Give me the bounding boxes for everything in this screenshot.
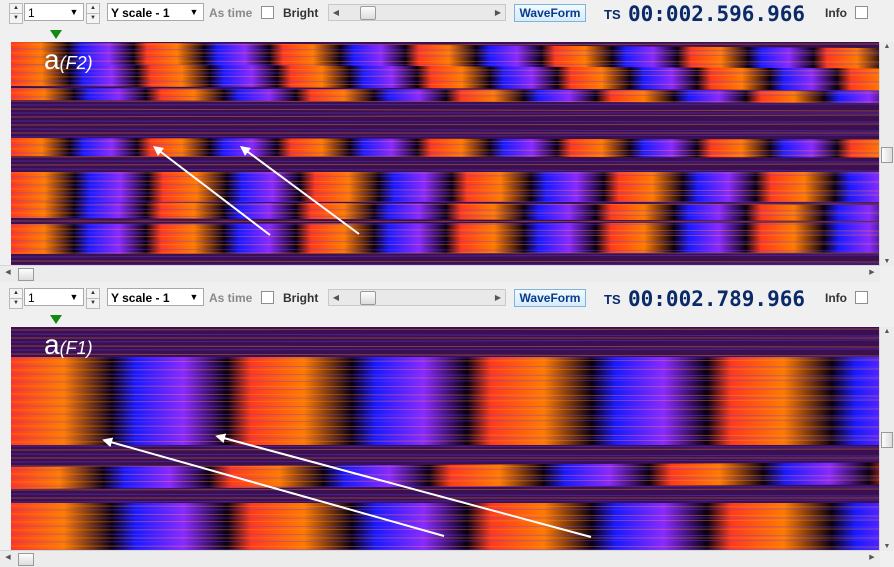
arrow-left-icon[interactable]: ◀ [329,5,343,20]
frame-name: (F2) [59,53,93,73]
arrow-up-icon[interactable]: ▲ [881,43,893,50]
info-label: Info [825,291,847,305]
arrow-right-icon[interactable]: ▶ [491,290,505,305]
panel-top: ▲ ▼ 1 ▼ ▲ ▼ Y scale - 1 ▼ As time Bright… [0,0,894,283]
channel-value: 1 [28,6,35,20]
scroll-thumb[interactable] [881,432,893,448]
slider-thumb[interactable] [360,6,376,20]
frame-label: a(F1) [44,329,93,361]
as-time-label: As time [209,6,253,20]
spin-down-icon[interactable]: ▼ [9,298,23,309]
bright-checkbox[interactable] [261,6,274,19]
chevron-down-icon[interactable]: ▼ [67,290,81,304]
chevron-down-icon[interactable]: ▼ [187,290,201,304]
arrow-down-icon[interactable]: ▼ [881,543,893,550]
vertical-scrollbar[interactable]: ▲ ▼ [879,327,894,551]
heatmap [11,327,880,551]
spin-down-icon[interactable]: ▼ [86,13,100,24]
arrow-right-icon[interactable]: ▶ [491,5,505,20]
arrow-right-icon[interactable]: ▶ [866,553,878,561]
channel-spinner[interactable]: ▲ ▼ [9,288,23,309]
spin-down-icon[interactable]: ▼ [9,13,23,24]
position-slider[interactable]: ◀ ▶ [328,4,506,21]
info-checkbox[interactable] [855,6,868,19]
timestamp-display: 00:002.596.966 [628,2,806,26]
bright-label: Bright [283,6,319,20]
waveform-button[interactable]: WaveForm [514,289,586,307]
ts-label: TS [604,292,621,307]
spectrogram-view[interactable]: a(F2) [11,42,880,266]
channel-spinner[interactable]: ▲ ▼ [9,3,23,24]
arrow-down-icon[interactable]: ▼ [881,258,893,265]
scroll-thumb[interactable] [881,147,893,163]
panel-bottom: ▲ ▼ 1 ▼ ▲ ▼ Y scale - 1 ▼ As time Bright… [0,285,894,567]
frame-name: (F1) [59,338,93,358]
frame-letter: a [44,44,60,75]
arrow-up-icon[interactable]: ▲ [881,328,893,335]
yscale-select[interactable]: Y scale - 1 ▼ [107,288,204,306]
waveform-button[interactable]: WaveForm [514,4,586,22]
horizontal-scrollbar[interactable]: ◀ ▶ [0,550,880,567]
arrow-left-icon[interactable]: ◀ [2,553,14,561]
spin-down-icon[interactable]: ▼ [86,298,100,309]
frame-letter: a [44,329,60,360]
toolbar: ▲ ▼ 1 ▼ ▲ ▼ Y scale - 1 ▼ As time Bright… [0,0,894,28]
frame-label: a(F2) [44,44,93,76]
bright-checkbox[interactable] [261,291,274,304]
info-checkbox[interactable] [855,291,868,304]
scroll-thumb[interactable] [18,268,34,281]
horizontal-scrollbar[interactable]: ◀ ▶ [0,265,880,282]
yscale-value: Y scale - 1 [111,291,170,305]
channel-value: 1 [28,291,35,305]
yscale-select[interactable]: Y scale - 1 ▼ [107,3,204,21]
position-slider[interactable]: ◀ ▶ [328,289,506,306]
scroll-thumb[interactable] [18,553,34,566]
channel-select[interactable]: 1 ▼ [24,288,84,306]
chevron-down-icon[interactable]: ▼ [67,5,81,19]
chevron-down-icon[interactable]: ▼ [187,5,201,19]
ts-label: TS [604,7,621,22]
yscale-spinner[interactable]: ▲ ▼ [86,288,100,309]
heatmap [11,42,880,266]
bright-label: Bright [283,291,319,305]
timestamp-display: 00:002.789.966 [628,287,806,311]
yscale-spinner[interactable]: ▲ ▼ [86,3,100,24]
arrow-left-icon[interactable]: ◀ [329,290,343,305]
as-time-label: As time [209,291,253,305]
triangle-down-icon[interactable] [50,30,62,39]
info-label: Info [825,6,847,20]
yscale-value: Y scale - 1 [111,6,170,20]
channel-select[interactable]: 1 ▼ [24,3,84,21]
spectrogram-view[interactable]: a(F1) [11,327,880,551]
triangle-down-icon[interactable] [50,315,62,324]
slider-thumb[interactable] [360,291,376,305]
vertical-scrollbar[interactable]: ▲ ▼ [879,42,894,266]
toolbar: ▲ ▼ 1 ▼ ▲ ▼ Y scale - 1 ▼ As time Bright… [0,285,894,313]
arrow-right-icon[interactable]: ▶ [866,268,878,276]
arrow-left-icon[interactable]: ◀ [2,268,14,276]
